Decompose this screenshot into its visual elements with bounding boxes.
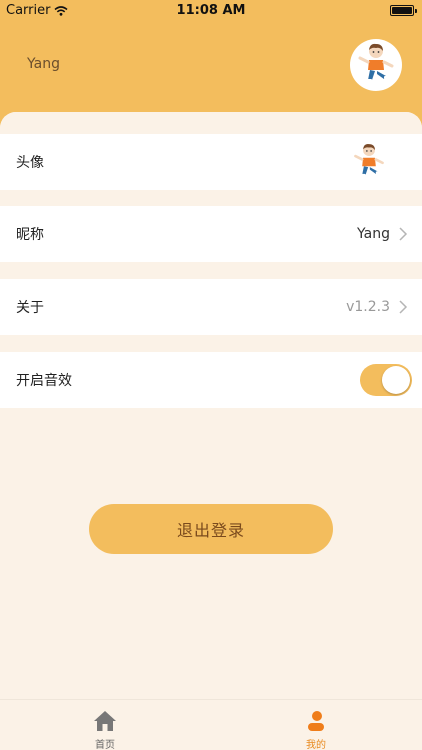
row-nickname-value: Yang [357,226,390,242]
battery-icon [390,5,417,16]
tab-me[interactable]: 我的 [276,700,356,750]
chevron-right-icon [399,300,408,314]
user-icon [308,711,324,731]
row-about-version: v1.2.3 [346,299,390,315]
row-avatar-label: 头像 [16,155,44,171]
status-bar: Carrier 11:08 AM [0,0,422,22]
logout-button[interactable]: 退出登录 [89,504,333,554]
chevron-right-icon [399,227,408,241]
tab-bar: 首页 我的 [0,699,422,750]
row-nickname[interactable]: 昵称 Yang [0,206,422,262]
row-avatar[interactable]: 头像 [0,134,422,190]
tab-home-label: 首页 [95,740,115,750]
tab-me-label: 我的 [306,740,326,750]
profile-screen: Yang Carrier 11:08 AM 头像 昵称 Yang 关于 v1.2… [0,0,422,750]
settings-content: 头像 昵称 Yang 关于 v1.2.3 开启音效 [0,112,422,699]
avatar-boy-icon [358,43,394,82]
tab-home[interactable]: 首页 [65,700,145,750]
home-icon [94,711,116,731]
row-about[interactable]: 关于 v1.2.3 [0,279,422,335]
header-avatar[interactable] [350,39,402,91]
row-nickname-label: 昵称 [16,227,44,243]
status-time: 11:08 AM [176,3,246,18]
avatar-thumbnail-icon [354,144,384,177]
sound-toggle-knob [382,366,410,394]
sound-toggle[interactable] [360,364,412,396]
content-top-edge [0,112,422,134]
row-sound-label: 开启音效 [16,373,72,389]
header-username: Yang [27,56,60,72]
row-sound: 开启音效 [0,352,422,408]
row-about-label: 关于 [16,300,44,316]
